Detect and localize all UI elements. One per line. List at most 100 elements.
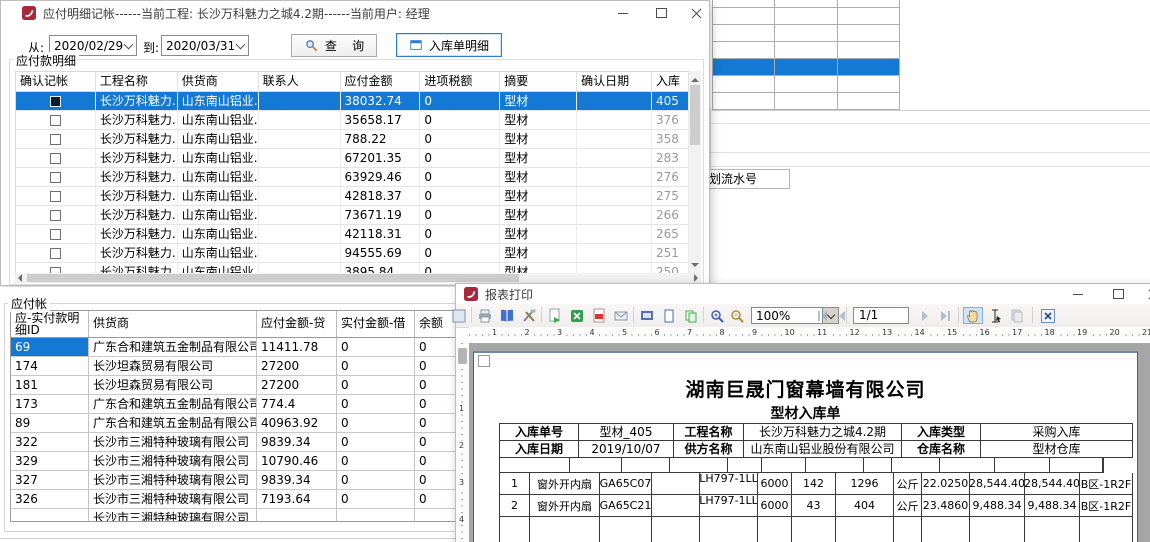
cell-supplier: 长沙市三湘特种玻璃有限公司	[89, 509, 257, 521]
doc-properties-icon[interactable]	[450, 307, 467, 324]
preview-toolbar: 100% 1/1	[456, 304, 1150, 328]
cell-confirm-date	[577, 263, 652, 273]
payable-detail-row[interactable]: 长沙万科魅力... 山东南山铝业... 94555.69 0 型材 251	[16, 244, 689, 263]
close-button[interactable]	[1140, 285, 1150, 303]
background-table-row	[713, 42, 900, 59]
hand-tool-icon[interactable]	[963, 307, 983, 324]
scroll-up-arrow[interactable]	[691, 74, 699, 82]
print-setup-icon[interactable]	[638, 307, 655, 324]
confirm-checkbox[interactable]	[50, 153, 61, 164]
cell-inbound: 376	[652, 111, 689, 129]
zoom-out-icon[interactable]	[728, 307, 745, 324]
confirm-checkbox[interactable]	[50, 191, 61, 202]
cell-project: 长沙万科魅力...	[96, 263, 178, 273]
export-icon[interactable]	[546, 307, 563, 324]
background-table-row	[713, 93, 900, 110]
tools-icon[interactable]	[520, 307, 537, 324]
minimize-button[interactable]	[609, 4, 637, 22]
maximize-button[interactable]	[1104, 285, 1132, 303]
cell-tax: 0	[420, 92, 500, 110]
close-button[interactable]	[683, 4, 711, 22]
cell-supplier: 山东南山铝业...	[178, 225, 259, 243]
scroll-right-arrow[interactable]	[694, 274, 702, 282]
print-icon[interactable]	[476, 307, 493, 324]
vertical-scrollbar[interactable]	[689, 71, 701, 273]
payable-detail-table-body: 长沙万科魅力... 山东南山铝业... 38032.74 0 型材 405 长沙…	[15, 92, 689, 273]
payable-detail-row[interactable]: 长沙万科魅力... 山东南山铝业... 35658.17 0 型材 376	[16, 111, 689, 130]
cell-confirm-date	[577, 187, 652, 205]
first-page-icon[interactable]	[814, 307, 831, 324]
payables-row[interactable]: 181 长沙坦森贸易有限公司 27200 0 0	[11, 376, 479, 395]
background-column-header	[713, 0, 775, 8]
col-amount: 应付金额	[341, 72, 421, 91]
payable-detail-row[interactable]: 长沙万科魅力... 山东南山铝业... 63929.46 0 型材 276	[16, 168, 689, 187]
single-page-icon[interactable]	[660, 307, 677, 324]
scrollbar-thumb[interactable]	[690, 85, 700, 145]
page-corner-marker	[478, 355, 490, 367]
payables-row[interactable]: 327 长沙市三湘特种玻璃有限公司 9839.34 0 0	[11, 471, 479, 490]
report-column-header	[728, 458, 762, 473]
report-column-header	[622, 458, 670, 473]
cell-payable	[257, 509, 337, 521]
multi-page-icon[interactable]	[682, 307, 699, 324]
inbound-detail-button[interactable]: 入库单明细	[396, 33, 502, 57]
prev-page-icon[interactable]	[833, 307, 850, 324]
payable-detail-row[interactable]: 长沙万科魅力... 山东南山铝业... 42118.31 0 型材 265	[16, 225, 689, 244]
pdf-export-icon[interactable]	[590, 307, 607, 324]
confirm-checkbox[interactable]	[50, 248, 61, 259]
payables-row[interactable]: 329 长沙市三湘特种玻璃有限公司 10790.46 0 0	[11, 452, 479, 471]
payable-detail-row[interactable]: 长沙万科魅力... 山东南山铝业... 3895.84 0 型材 250	[16, 263, 689, 273]
cell-supplier: 山东南山铝业...	[178, 149, 259, 167]
payable-detail-row[interactable]: 长沙万科魅力... 山东南山铝业... 38032.74 0 型材 405	[16, 92, 689, 111]
payables-row[interactable]: 69 广东合和建筑五金制品有限公司 11411.78 0 0	[11, 338, 479, 357]
col-id: 应-实付款明细ID	[11, 311, 89, 337]
payables-row[interactable]: 322 长沙市三湘特种玻璃有限公司 9839.34 0 0	[11, 433, 479, 452]
cell-supplier: 山东南山铝业...	[178, 187, 259, 205]
close-preview-icon[interactable]	[1039, 307, 1056, 324]
page-number-input[interactable]: 1/1	[853, 307, 909, 324]
payables-row[interactable]: 长沙市三湘特种玻璃有限公司	[11, 509, 479, 521]
payable-detail-window: 应付明细记帐------当前工程: 长沙万科魅力之城4.2期------当前用户…	[0, 0, 710, 286]
background-table-row	[713, 59, 900, 76]
confirm-checkbox[interactable]	[50, 172, 61, 183]
payables-row[interactable]: 326 长沙市三湘特种玻璃有限公司 7193.64 0 0	[11, 490, 479, 509]
excel-export-icon[interactable]	[568, 307, 585, 324]
cell-amount: 63929.46	[341, 168, 421, 186]
next-page-icon[interactable]	[916, 307, 933, 324]
confirm-checkbox[interactable]	[50, 229, 61, 240]
cell-amount: 35658.17	[341, 111, 421, 129]
cell-confirm-date	[577, 130, 652, 148]
payable-detail-row[interactable]: 长沙万科魅力... 山东南山铝业... 788.22 0 型材 358	[16, 130, 689, 149]
payables-row[interactable]: 89 广东合和建筑五金制品有限公司 40963.92 0 0	[11, 414, 479, 433]
mail-icon[interactable]	[612, 307, 629, 324]
last-page-icon[interactable]	[936, 307, 953, 324]
confirm-checkbox[interactable]	[50, 210, 61, 221]
query-button[interactable]: 查 询	[291, 34, 377, 57]
zoom-in-icon[interactable]	[708, 307, 725, 324]
confirm-checkbox[interactable]	[50, 115, 61, 126]
text-select-icon[interactable]	[986, 307, 1003, 324]
book-icon[interactable]	[498, 307, 515, 324]
cell-project: 长沙万科魅力...	[96, 92, 178, 110]
payables-row[interactable]: 173 广东合和建筑五金制品有限公司 774.4 0 0	[11, 395, 479, 414]
minimize-button[interactable]	[1064, 285, 1092, 303]
cell-paid: 0	[337, 471, 415, 489]
copy-icon[interactable]	[1008, 307, 1025, 324]
cell-inbound: 276	[652, 168, 689, 186]
payable-detail-row[interactable]: 长沙万科魅力... 山东南山铝业... 42818.37 0 型材 275	[16, 187, 689, 206]
payable-detail-row[interactable]: 长沙万科魅力... 山东南山铝业... 73671.19 0 型材 266	[16, 206, 689, 225]
scroll-down-arrow[interactable]	[691, 263, 699, 271]
payable-detail-row[interactable]: 长沙万科魅力... 山东南山铝业... 67201.35 0 型材 283	[16, 149, 689, 168]
col-paid: 实付金额-借	[337, 311, 415, 337]
horizontal-scrollbar[interactable]	[15, 273, 701, 283]
confirm-checkbox[interactable]	[50, 96, 61, 107]
preview-area[interactable]: 湖南巨晟门窗幕墙有限公司 型材入库单 入库单号型材_405 工程名称长沙万科魅力…	[469, 343, 1150, 542]
scrollbar-thumb[interactable]	[27, 274, 519, 282]
payables-row[interactable]: 174 长沙坦森贸易有限公司 27200 0 0	[11, 357, 479, 376]
to-date-combo[interactable]: 2020/03/31	[161, 35, 249, 56]
cell-confirm-date	[577, 206, 652, 224]
scroll-left-arrow[interactable]	[14, 274, 22, 282]
cell-id: 327	[11, 471, 89, 489]
confirm-checkbox[interactable]	[50, 134, 61, 145]
maximize-button[interactable]	[647, 4, 675, 22]
